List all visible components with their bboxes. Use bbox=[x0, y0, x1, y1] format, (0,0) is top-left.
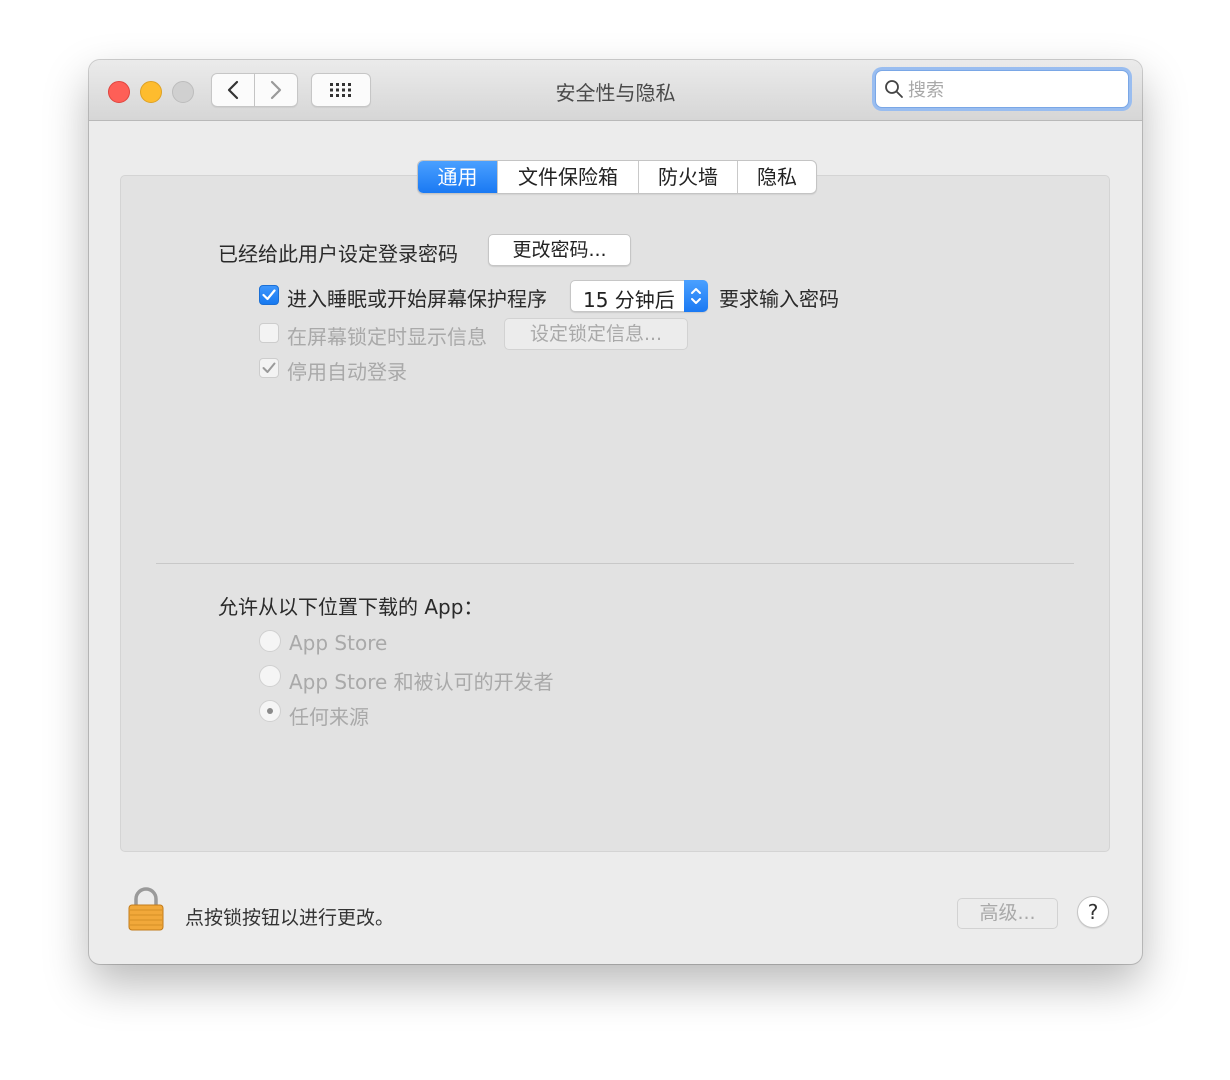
section-divider bbox=[156, 563, 1074, 564]
radio-identified-developers-label: App Store 和被认可的开发者 bbox=[289, 670, 554, 694]
password-status-text: 已经给此用户设定登录密码 bbox=[218, 242, 458, 266]
require-password-checkbox[interactable] bbox=[259, 285, 279, 305]
checkmark-icon bbox=[262, 289, 276, 301]
require-password-label: 进入睡眠或开始屏幕保护程序 bbox=[287, 287, 547, 311]
search-field[interactable]: 搜索 bbox=[875, 70, 1129, 108]
tab-firewall[interactable]: 防火墙 bbox=[638, 161, 737, 193]
search-placeholder: 搜索 bbox=[908, 80, 944, 101]
password-delay-select[interactable]: 15 分钟后 bbox=[570, 280, 708, 312]
set-lock-message-button[interactable]: 设定锁定信息... bbox=[504, 318, 688, 350]
radio-app-store[interactable] bbox=[259, 630, 281, 652]
require-password-suffix: 要求输入密码 bbox=[719, 287, 839, 311]
disable-auto-login-checkbox[interactable] bbox=[259, 358, 279, 378]
checkmark-icon bbox=[262, 362, 276, 373]
downloads-heading: 允许从以下位置下载的 App： bbox=[218, 595, 484, 619]
lock-icon[interactable] bbox=[127, 886, 165, 932]
radio-identified-developers[interactable] bbox=[259, 665, 281, 687]
tab-general[interactable]: 通用 bbox=[418, 161, 497, 193]
tab-filevault[interactable]: 文件保险箱 bbox=[497, 161, 638, 193]
password-delay-value: 15 分钟后 bbox=[583, 288, 675, 312]
change-password-button[interactable]: 更改密码... bbox=[488, 234, 631, 266]
lock-instruction-text: 点按锁按钮以进行更改。 bbox=[185, 907, 395, 929]
radio-selected-dot bbox=[267, 708, 273, 714]
content-panel bbox=[120, 175, 1110, 852]
advanced-button[interactable]: 高级... bbox=[957, 898, 1058, 929]
preferences-window: 安全性与隐私 搜索 通用 文件保险箱 防火墙 隐私 已经给此用户设定登录密码 更… bbox=[89, 60, 1142, 964]
updown-arrows-icon bbox=[684, 280, 708, 312]
help-button[interactable]: ? bbox=[1077, 896, 1109, 928]
radio-anywhere-label: 任何来源 bbox=[289, 705, 369, 729]
radio-anywhere[interactable] bbox=[259, 700, 281, 722]
tab-privacy[interactable]: 隐私 bbox=[737, 161, 816, 193]
tab-bar: 通用 文件保险箱 防火墙 隐私 bbox=[417, 160, 817, 194]
search-icon bbox=[885, 80, 903, 98]
lock-message-label: 在屏幕锁定时显示信息 bbox=[287, 325, 487, 349]
disable-auto-login-label: 停用自动登录 bbox=[287, 360, 407, 384]
radio-app-store-label: App Store bbox=[289, 631, 388, 655]
lock-message-checkbox[interactable] bbox=[259, 323, 279, 343]
title-bar: 安全性与隐私 搜索 bbox=[89, 60, 1142, 121]
